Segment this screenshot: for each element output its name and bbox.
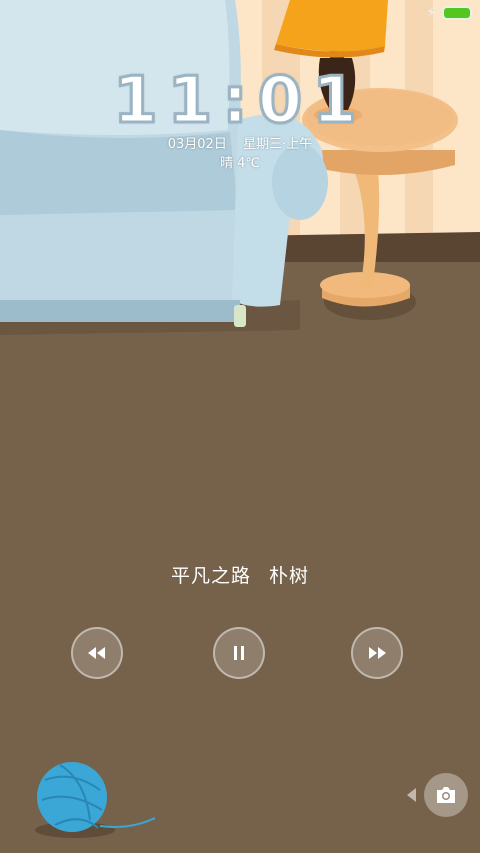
camera-shortcut	[407, 773, 468, 817]
next-track-button[interactable]	[351, 627, 403, 679]
swipe-left-arrow-icon	[407, 788, 416, 802]
pause-button[interactable]	[213, 627, 265, 679]
lock-clock: 11:01	[112, 63, 367, 140]
battery-icon	[442, 6, 472, 20]
song-title: 平凡之路	[170, 565, 251, 587]
camera-button[interactable]	[424, 773, 468, 817]
weekday-text: 星期三·上午	[243, 137, 313, 152]
now-playing: 平凡之路 朴树	[0, 561, 480, 588]
bolt-icon: ⚡	[426, 5, 436, 21]
pause-icon	[234, 646, 244, 660]
camera-icon	[437, 787, 455, 803]
rewind-icon	[88, 647, 105, 659]
status-bar: ⚡	[426, 6, 472, 20]
lock-date: 03月02日 星期三·上午	[0, 133, 480, 152]
previous-track-button[interactable]	[71, 627, 123, 679]
song-artist: 朴树	[269, 565, 310, 587]
fast-forward-icon	[369, 647, 386, 659]
date-text: 03月02日	[167, 137, 227, 152]
weather-text: 晴 4℃	[219, 156, 260, 171]
